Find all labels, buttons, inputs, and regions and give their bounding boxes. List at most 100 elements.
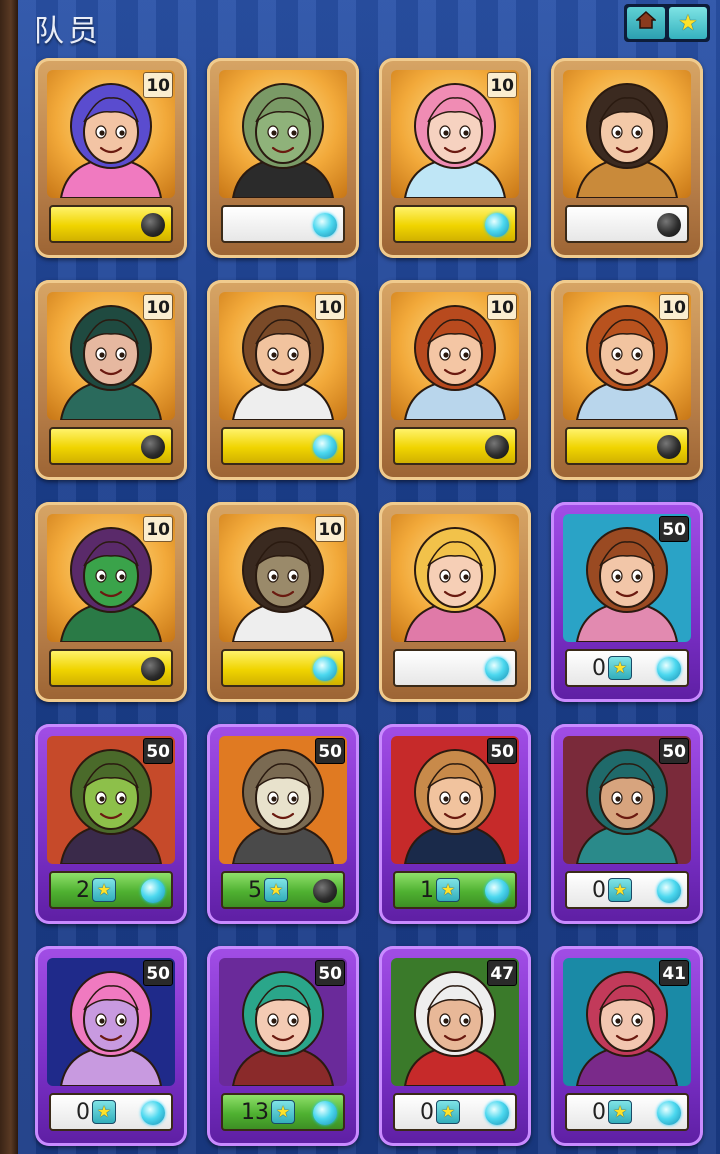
inactive-orb-icon	[657, 435, 681, 459]
status-bar	[221, 427, 345, 465]
team-card[interactable]	[379, 502, 531, 702]
level-badge: 10	[487, 294, 517, 320]
status-bar	[221, 205, 345, 243]
inactive-orb-icon	[141, 435, 165, 459]
inactive-orb-icon	[485, 435, 509, 459]
level-badge: 10	[487, 72, 517, 98]
curly-girl-with-cat-portrait	[575, 83, 679, 198]
star-count-value: 0	[76, 1099, 90, 1125]
star-icon: ★	[92, 1100, 116, 1124]
level-badge: 50	[659, 516, 689, 542]
inactive-orb-icon	[141, 657, 165, 681]
level-badge: 10	[315, 294, 345, 320]
team-card[interactable]: 10	[379, 58, 531, 258]
blonde-girl-portrait	[403, 527, 507, 642]
star-count: 13 ★	[223, 1095, 313, 1129]
team-card[interactable]: 10	[551, 280, 703, 480]
team-card[interactable]: 50 0 ★	[551, 502, 703, 702]
level-badge: 10	[143, 294, 173, 320]
team-card[interactable]: 10	[35, 58, 187, 258]
status-bar: 1 ★	[393, 871, 517, 909]
star-count-value: 13	[241, 1099, 269, 1125]
status-bar: 0 ★	[565, 649, 689, 687]
star-icon: ★	[608, 878, 632, 902]
star-count-value: 0	[592, 877, 606, 903]
star-count-value: 2	[76, 877, 90, 903]
star-count-value: 0	[592, 655, 606, 681]
star-icon: ★	[608, 1100, 632, 1124]
star-count: 0 ★	[51, 1095, 141, 1129]
team-card[interactable]: 10	[207, 280, 359, 480]
active-orb-icon	[313, 657, 337, 681]
team-card[interactable]: 50 13 ★	[207, 946, 359, 1146]
star-count: 0 ★	[395, 1095, 485, 1129]
status-bar	[393, 649, 517, 687]
active-orb-icon	[485, 213, 509, 237]
status-bar	[393, 205, 517, 243]
star-icon: ★	[436, 1100, 460, 1124]
status-bar	[49, 205, 173, 243]
level-badge: 50	[487, 738, 517, 764]
star-icon: ★	[264, 878, 288, 902]
team-grid: 10 10 10 10 10 10 10 10 50 0 ★ 50 2 ★ 50 5 ★ 50 1 ★ 50 0 ★ 50 0 ★…	[0, 0, 720, 1154]
status-bar: 0 ★	[49, 1093, 173, 1131]
character-portrait	[391, 514, 519, 642]
star-icon: ★	[436, 878, 460, 902]
team-card[interactable]: 50 5 ★	[207, 724, 359, 924]
star-count-value: 1	[420, 877, 434, 903]
status-bar: 0 ★	[565, 1093, 689, 1131]
character-portrait	[219, 70, 347, 198]
active-orb-icon	[141, 879, 165, 903]
active-orb-icon	[657, 657, 681, 681]
active-orb-icon	[657, 879, 681, 903]
active-orb-icon	[485, 879, 509, 903]
level-badge: 10	[659, 294, 689, 320]
star-count: 0 ★	[567, 873, 657, 907]
status-bar	[565, 205, 689, 243]
level-badge: 10	[315, 516, 345, 542]
star-count: 5 ★	[223, 873, 313, 907]
team-card[interactable]: 41 0 ★	[551, 946, 703, 1146]
team-card[interactable]	[551, 58, 703, 258]
team-card[interactable]: 10	[379, 280, 531, 480]
star-count: 1 ★	[395, 873, 485, 907]
status-bar: 0 ★	[565, 871, 689, 909]
level-badge: 50	[315, 738, 345, 764]
status-bar	[49, 649, 173, 687]
green-ogre-sunglasses-portrait	[231, 83, 335, 198]
team-card[interactable]: 50 0 ★	[35, 946, 187, 1146]
star-count-value: 5	[248, 877, 262, 903]
level-badge: 50	[315, 960, 345, 986]
active-orb-icon	[657, 1101, 681, 1125]
team-card[interactable]: 50 0 ★	[551, 724, 703, 924]
star-count-value: 0	[420, 1099, 434, 1125]
level-badge: 50	[659, 738, 689, 764]
character-portrait	[563, 70, 691, 198]
level-badge: 50	[143, 960, 173, 986]
status-bar: 2 ★	[49, 871, 173, 909]
level-badge: 10	[143, 516, 173, 542]
active-orb-icon	[485, 657, 509, 681]
active-orb-icon	[313, 1101, 337, 1125]
status-bar: 13 ★	[221, 1093, 345, 1131]
team-card[interactable]: 10	[207, 502, 359, 702]
status-bar	[393, 427, 517, 465]
star-count-value: 0	[592, 1099, 606, 1125]
team-card[interactable]: 50 2 ★	[35, 724, 187, 924]
star-icon: ★	[92, 878, 116, 902]
star-icon: ★	[271, 1100, 295, 1124]
team-card[interactable]: 10	[35, 502, 187, 702]
active-orb-icon	[485, 1101, 509, 1125]
status-bar: 0 ★	[393, 1093, 517, 1131]
level-badge: 47	[487, 960, 517, 986]
active-orb-icon	[313, 435, 337, 459]
star-icon: ★	[608, 656, 632, 680]
level-badge: 50	[143, 738, 173, 764]
team-card[interactable]: 10	[35, 280, 187, 480]
team-card[interactable]: 50 1 ★	[379, 724, 531, 924]
team-card[interactable]: 47 0 ★	[379, 946, 531, 1146]
status-bar	[221, 649, 345, 687]
active-orb-icon	[313, 213, 337, 237]
level-badge: 10	[143, 72, 173, 98]
team-card[interactable]	[207, 58, 359, 258]
